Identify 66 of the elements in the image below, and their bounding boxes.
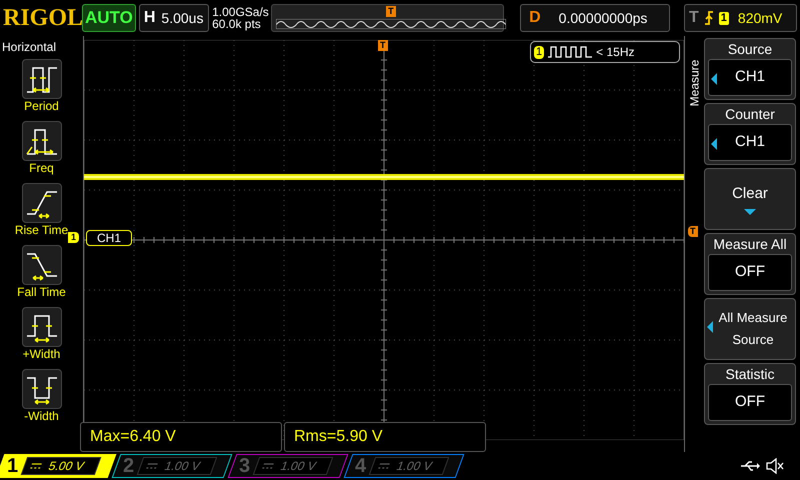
channel-number: 3 (239, 456, 250, 476)
menu-softkey[interactable]: Clear (704, 168, 796, 230)
trigger-label: T (689, 8, 699, 28)
channel-number: 1 (7, 456, 18, 476)
measure-label: Rise Time (14, 223, 68, 238)
memory-depth: 60.0k pts (212, 18, 262, 30)
horizontal-label: H (144, 8, 156, 28)
channel-tab[interactable]: 3 1.00 V (228, 454, 348, 478)
trigger-position-marker: T (378, 40, 388, 51)
timebase-panel[interactable]: H 5.00us (138, 4, 210, 32)
channel-tab[interactable]: 2 1.00 V (112, 454, 232, 478)
channel-number: 2 (123, 456, 134, 476)
left-arrow-icon (711, 138, 717, 150)
usb-icon (740, 461, 760, 471)
menu-softkey[interactable]: Source CH1 (704, 38, 796, 100)
measurement-readout: Max=6.40 V (80, 422, 282, 452)
measure-label: Fall Time (17, 285, 66, 300)
menu-softkey[interactable]: Statistic OFF (704, 363, 796, 425)
measure-button[interactable] (22, 183, 62, 223)
measure-button[interactable] (22, 245, 62, 285)
left-arrow-icon (707, 321, 713, 333)
channel-marker: 1 (68, 232, 80, 243)
channel-tab[interactable]: 1 5.00 V (0, 454, 116, 478)
channel-scale: 1.00 V (394, 458, 436, 475)
trigger-source: 1 (718, 12, 729, 24)
run-status[interactable]: AUTO (82, 4, 136, 32)
measurement-readout: Rms=5.90 V (284, 422, 486, 452)
measure-label: -Width (24, 409, 59, 424)
trigger-position-marker: T (386, 6, 396, 17)
channel-scale: 1.00 V (162, 458, 204, 475)
dc-coupling-icon (30, 463, 42, 469)
measure-button[interactable] (22, 307, 62, 347)
measure-button[interactable] (22, 121, 62, 161)
channel-scale: 5.00 V (46, 458, 88, 475)
timebase-value: 5.00us (161, 8, 204, 28)
measure-label: Period (24, 99, 59, 114)
dc-coupling-icon (146, 463, 158, 469)
menu-softkey[interactable]: Counter CH1 (704, 103, 796, 165)
measure-button[interactable] (22, 369, 62, 409)
channel-label: CH1 (86, 230, 132, 246)
channel-number: 4 (355, 456, 366, 476)
measure-label: +Width (22, 347, 60, 362)
counter-channel: 1 (534, 46, 544, 58)
trigger-level: 820mV (738, 8, 782, 28)
counter-value: < 15Hz (596, 44, 634, 61)
dc-coupling-icon (262, 463, 274, 469)
left-arrow-icon (711, 73, 717, 85)
trigger-level-marker: T (688, 226, 698, 237)
menu-softkey[interactable]: All Measure Source (704, 298, 796, 360)
menu-softkey[interactable]: Measure All OFF (704, 233, 796, 295)
menu-title: Horizontal (2, 39, 56, 56)
speaker-muted-icon (766, 458, 784, 474)
channel-scale: 1.00 V (278, 458, 320, 475)
delay-label: D (529, 8, 541, 28)
measure-label: Freq (29, 161, 54, 176)
trigger-panel[interactable]: T 1 820mV (684, 4, 797, 32)
delay-value: 0.00000000ps (558, 8, 648, 28)
menu-title: Measure (688, 60, 702, 106)
sample-rate: 1.00GSa/s (212, 6, 268, 18)
down-arrow-icon (744, 209, 756, 216)
rising-edge-icon (704, 10, 714, 26)
dc-coupling-icon (378, 463, 390, 469)
channel-tab[interactable]: 4 1.00 V (344, 454, 464, 478)
square-wave-icon (548, 46, 592, 58)
measure-button[interactable] (22, 59, 62, 99)
delay-panel[interactable]: D 0.00000000ps (520, 4, 670, 32)
